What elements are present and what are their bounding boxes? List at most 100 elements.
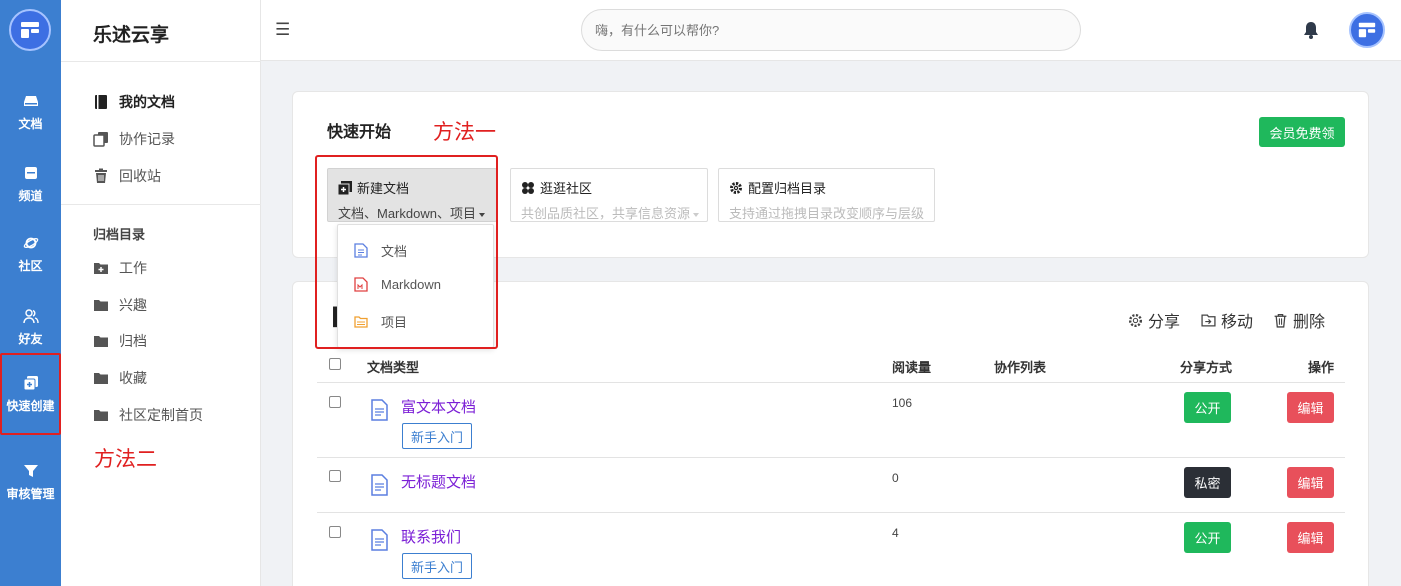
folder-label: 兴趣 xyxy=(119,297,147,313)
column-header-reads: 阅读量 xyxy=(892,360,932,375)
rail-item-channel[interactable]: 频道 xyxy=(0,152,61,216)
doc-icon xyxy=(371,474,388,496)
bell-icon[interactable] xyxy=(1301,20,1321,40)
menu-toggle-icon[interactable]: ☰ xyxy=(275,20,290,40)
read-count: 4 xyxy=(892,526,899,540)
edit-button[interactable]: 编辑 xyxy=(1287,522,1334,553)
document-title-link[interactable]: 富文本文档 xyxy=(401,396,476,417)
sidebar-folder-community-home[interactable]: 社区定制首页 xyxy=(93,405,203,425)
community-button[interactable]: 逛逛社区 共创品质社区，共享信息资源 xyxy=(510,168,708,222)
add-box-icon xyxy=(338,180,352,195)
book-icon xyxy=(95,95,107,109)
inbox-icon xyxy=(24,166,37,179)
row-checkbox[interactable] xyxy=(329,470,341,482)
share-mode-button[interactable]: 公开 xyxy=(1184,522,1231,553)
archive-config-subtitle: 支持通过拖拽目录改变顺序与层级 xyxy=(729,206,925,221)
sidebar-folder-archive[interactable]: 归档 xyxy=(93,331,147,351)
document-title-link[interactable]: 无标题文档 xyxy=(401,471,476,492)
rail-label: 频道 xyxy=(18,188,43,203)
community-subtitle: 共创品质社区，共享信息资源 xyxy=(521,206,691,221)
row-checkbox[interactable] xyxy=(329,396,341,408)
share-action-label: 分享 xyxy=(1148,314,1181,331)
drive-icon xyxy=(23,95,38,106)
dropdown-item-label: 文档 xyxy=(381,244,408,259)
rail-item-review[interactable]: 审核管理 xyxy=(0,442,61,522)
delete-action[interactable]: 删除 xyxy=(1273,308,1325,332)
sidebar-item-my-docs[interactable]: 我的文档 xyxy=(93,92,175,112)
gear-icon xyxy=(730,181,742,194)
logo-icon xyxy=(1358,22,1376,38)
sidebar-folder-favorites[interactable]: 收藏 xyxy=(93,368,147,388)
folder-icon xyxy=(94,336,108,347)
rail-item-friends[interactable]: 好友 xyxy=(0,295,61,359)
folder-icon xyxy=(94,410,108,421)
divider xyxy=(317,512,1345,513)
archive-config-button[interactable]: 配置归档目录 支持通过拖拽目录改变顺序与层级 xyxy=(718,168,935,222)
column-header-collab: 协作列表 xyxy=(994,360,1047,375)
sidebar: 乐述云享 我的文档 协作记录 回收站 归档目录 工作 兴趣 归档 收藏 社区定制… xyxy=(61,0,261,586)
share-mode-button[interactable]: 公开 xyxy=(1184,392,1231,423)
dropdown-item-label: Markdown xyxy=(381,277,441,292)
dropdown-item-label: 项目 xyxy=(381,315,408,330)
rail-label: 好友 xyxy=(18,331,43,346)
sidebar-item-label: 回收站 xyxy=(119,168,161,184)
user-avatar[interactable] xyxy=(1349,12,1385,48)
document-tag[interactable]: 新手入门 xyxy=(402,423,473,449)
rail-item-community[interactable]: 社区 xyxy=(0,222,61,286)
sidebar-item-trash[interactable]: 回收站 xyxy=(93,166,161,186)
rail-label: 快速创建 xyxy=(6,398,55,413)
folder-plus-icon xyxy=(94,263,108,274)
edit-button[interactable]: 编辑 xyxy=(1287,467,1334,498)
divider xyxy=(61,61,261,62)
divider xyxy=(317,382,1345,383)
move-action[interactable]: 移动 xyxy=(1201,308,1253,332)
sidebar-item-label: 协作记录 xyxy=(119,131,175,147)
sidebar-item-label: 我的文档 xyxy=(119,94,175,110)
share-mode-button[interactable]: 私密 xyxy=(1184,467,1231,498)
search-input[interactable] xyxy=(581,9,1081,51)
column-header-ops: 操作 xyxy=(1308,360,1335,375)
logo-icon xyxy=(21,22,39,38)
select-all-checkbox[interactable] xyxy=(329,358,341,370)
dropdown-item-doc[interactable]: 文档 xyxy=(354,241,407,260)
sidebar-folder-interest[interactable]: 兴趣 xyxy=(93,295,147,315)
archive-section-title: 归档目录 xyxy=(93,227,146,242)
new-document-dropdown: 文档 Markdown 项目 xyxy=(337,224,494,348)
rail-label: 审核管理 xyxy=(6,486,55,501)
sidebar-item-collab[interactable]: 协作记录 xyxy=(93,129,175,149)
share-action[interactable]: 分享 xyxy=(1128,308,1180,332)
friends-icon xyxy=(22,308,39,323)
document-tag[interactable]: 新手入门 xyxy=(402,553,473,579)
dropdown-item-project[interactable]: 项目 xyxy=(354,312,407,331)
collab-icon xyxy=(93,132,108,147)
gear-icon xyxy=(1128,313,1143,327)
rail-label: 社区 xyxy=(18,258,43,273)
folder-label: 收藏 xyxy=(119,370,147,386)
planet-icon xyxy=(23,237,38,248)
dropdown-item-markdown[interactable]: Markdown xyxy=(354,277,441,292)
rail-label: 文档 xyxy=(18,116,43,131)
divider xyxy=(317,457,1345,458)
project-folder-icon xyxy=(354,316,368,328)
read-count: 106 xyxy=(892,396,913,410)
read-count: 0 xyxy=(892,471,899,485)
sidebar-folder-work[interactable]: 工作 xyxy=(93,258,147,278)
rail-item-quick-create[interactable]: 快速创建 xyxy=(0,353,61,435)
row-checkbox[interactable] xyxy=(329,526,341,538)
chevron-down-icon xyxy=(693,212,700,217)
app-logo[interactable] xyxy=(9,9,51,51)
chevron-down-icon xyxy=(478,212,485,217)
add-box-icon xyxy=(23,375,38,390)
folder-icon xyxy=(94,300,108,311)
column-header-share: 分享方式 xyxy=(1180,360,1233,375)
rail-item-docs[interactable]: 文档 xyxy=(0,80,61,144)
vip-free-button[interactable]: 会员免费领 xyxy=(1259,117,1345,147)
archive-config-title: 配置归档目录 xyxy=(748,181,827,196)
new-document-subtitle: 文档、Markdown、项目 xyxy=(338,206,476,221)
markdown-file-icon xyxy=(354,277,368,292)
document-title-link[interactable]: 联系我们 xyxy=(401,526,461,547)
annotation-method-one: 方法一 xyxy=(433,121,496,144)
edit-button[interactable]: 编辑 xyxy=(1287,392,1334,423)
new-document-button[interactable]: 新建文档 文档、Markdown、项目 xyxy=(327,168,497,222)
folder-label: 工作 xyxy=(119,260,147,276)
